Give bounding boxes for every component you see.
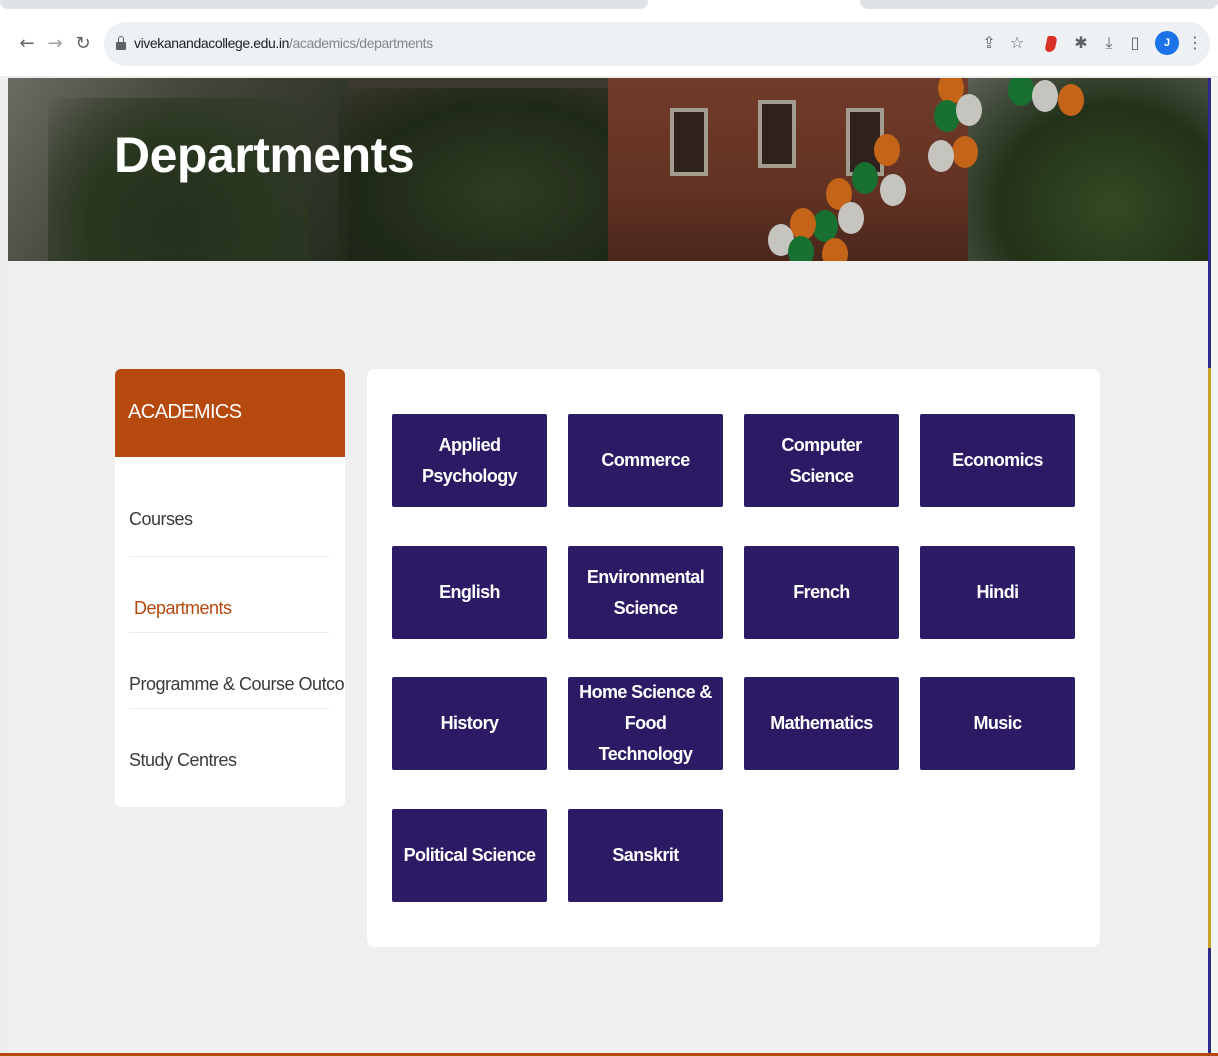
tab-strip (0, 0, 1218, 14)
department-button-political-science[interactable]: Political Science (392, 809, 547, 902)
sidebar-item-study-centres[interactable]: Study Centres (129, 709, 329, 785)
profile-avatar[interactable]: J (1155, 31, 1179, 55)
scrollbar-thumb[interactable] (1208, 368, 1211, 948)
department-button-home-science-food-technology[interactable]: Home Science & Food Technology (568, 677, 723, 770)
page-title: Departments (114, 127, 415, 183)
page-viewport: Departments ACADEMICS Courses Department… (8, 78, 1208, 1056)
department-button-environmental-science[interactable]: Environmental Science (568, 546, 723, 639)
tab-background[interactable] (0, 0, 648, 9)
departments-panel: Applied Psychology Commerce Computer Sci… (367, 369, 1100, 947)
side-panel-icon[interactable]: ▯ (1124, 30, 1146, 56)
department-button-commerce[interactable]: Commerce (568, 414, 723, 507)
department-button-computer-science[interactable]: Computer Science (744, 414, 899, 507)
department-button-hindi[interactable]: Hindi (920, 546, 1075, 639)
download-icon[interactable]: ⤓ (1098, 30, 1120, 56)
kebab-menu-icon[interactable]: ⋮ (1184, 30, 1206, 56)
department-button-mathematics[interactable]: Mathematics (744, 677, 899, 770)
department-button-french[interactable]: French (744, 546, 899, 639)
url-text[interactable]: vivekanandacollege.edu.in/academics/depa… (134, 35, 433, 51)
sidebar-item-departments[interactable]: Departments (129, 557, 329, 633)
tab-background-right[interactable] (860, 0, 1218, 9)
page-scrollbar[interactable] (1208, 78, 1218, 1056)
sidebar-nav: Courses Departments Programme & Course O… (115, 457, 345, 785)
browser-window: ← → ↻ vivekanandacollege.edu.in/academic… (0, 0, 1218, 1056)
back-arrow-icon[interactable]: ← (16, 31, 38, 57)
share-icon[interactable]: ⇪ (978, 30, 1000, 56)
department-button-applied-psychology[interactable]: Applied Psychology (392, 414, 547, 507)
address-bar[interactable]: vivekanandacollege.edu.in/academics/depa… (104, 22, 1210, 66)
department-button-history[interactable]: History (392, 677, 547, 770)
star-icon[interactable]: ☆ (1006, 30, 1028, 56)
academics-sidebar: ACADEMICS Courses Departments Programme … (115, 369, 345, 807)
sidebar-item-courses[interactable]: Courses (129, 457, 329, 557)
forward-arrow-icon[interactable]: → (44, 31, 66, 57)
hero-banner: Departments (8, 78, 1208, 261)
department-button-sanskrit[interactable]: Sanskrit (568, 809, 723, 902)
department-button-economics[interactable]: Economics (920, 414, 1075, 507)
lock-icon[interactable] (116, 36, 126, 51)
department-button-music[interactable]: Music (920, 677, 1075, 770)
browser-toolbar: ← → ↻ vivekanandacollege.edu.in/academic… (0, 14, 1218, 76)
url-domain: vivekanandacollege.edu.in (134, 35, 290, 51)
department-button-english[interactable]: English (392, 546, 547, 639)
puzzle-icon[interactable]: ✱ (1070, 30, 1092, 56)
url-path: /academics/departments (289, 35, 433, 51)
reload-icon[interactable]: ↻ (72, 31, 94, 57)
sidebar-heading: ACADEMICS (115, 369, 345, 457)
sidebar-item-programme-course-outcome[interactable]: Programme & Course Outcome (129, 633, 345, 709)
